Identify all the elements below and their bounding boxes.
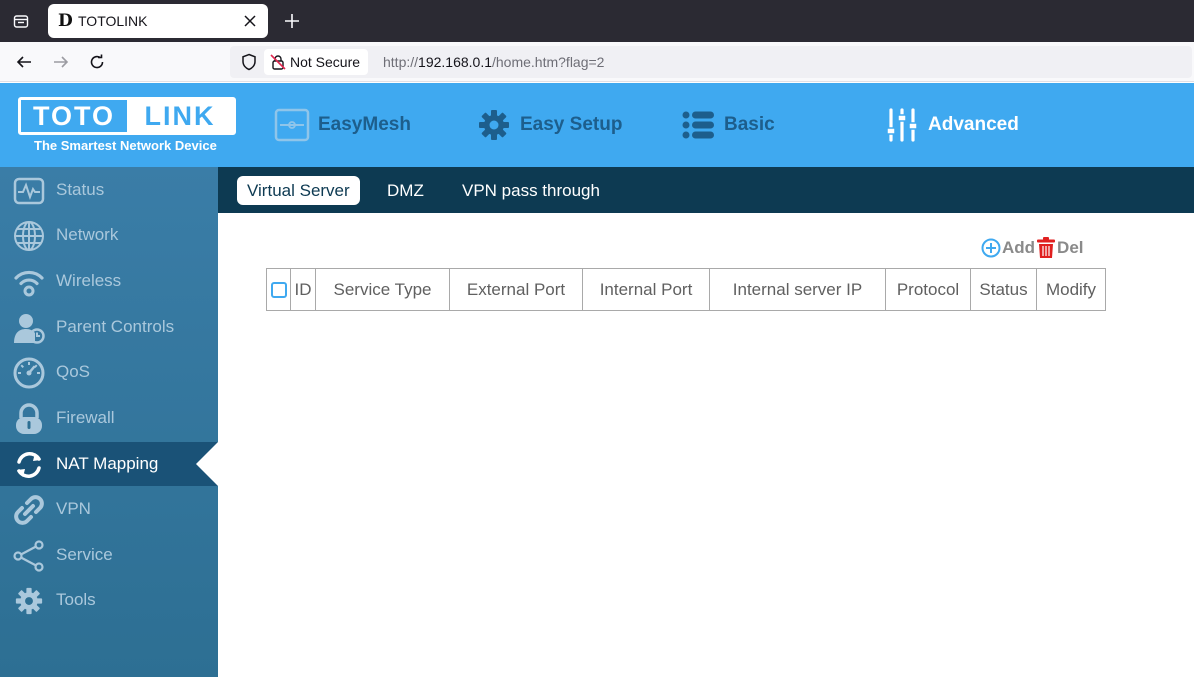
reload-icon[interactable] (85, 50, 109, 74)
sub-navigation: Virtual Server DMZ VPN pass through (218, 167, 1194, 213)
sidebar-item-label: Service (56, 545, 113, 564)
select-all-cell (266, 268, 291, 311)
forward-arrow-icon[interactable] (49, 50, 73, 74)
url-host: 192.168.0.1 (418, 54, 492, 70)
sidebar-item-nat-mapping[interactable]: NAT Mapping (0, 442, 218, 486)
sidebar-item-label: VPN (56, 499, 91, 518)
cog-icon (12, 584, 46, 618)
url-text[interactable]: http://192.168.0.1/home.htm?flag=2 (383, 54, 604, 70)
browser-tab[interactable]: D TOTOLINK (48, 4, 268, 38)
select-all-checkbox[interactable] (270, 282, 287, 299)
nav-advanced-label: Advanced (928, 114, 1019, 135)
address-bar[interactable]: Not Secure http://192.168.0.1/home.htm?f… (230, 46, 1192, 78)
logo-tagline: The Smartest Network Device (34, 138, 217, 153)
column-header-internal-server-ip: Internal server IP (709, 268, 886, 311)
browser-navigation-bar: Not Secure http://192.168.0.1/home.htm?f… (0, 42, 1194, 82)
add-button-label: Add (1002, 238, 1036, 257)
sidebar-item-vpn[interactable]: VPN (0, 487, 218, 531)
globe-icon (12, 219, 46, 253)
sidebar-item-service[interactable]: Service (0, 533, 218, 577)
person-icon (12, 311, 46, 345)
column-header-modify: Modify (1036, 268, 1106, 311)
sidebar-item-label: Firewall (56, 408, 115, 427)
sidebar-item-label: Network (56, 225, 119, 244)
tab-dmz[interactable]: DMZ (377, 176, 434, 205)
sidebar-item-parent-controls[interactable]: Parent Controls (0, 305, 218, 349)
column-header-protocol: Protocol (885, 268, 971, 311)
sidebar-item-network[interactable]: Network (0, 213, 218, 257)
tab-virtual-server[interactable]: Virtual Server (237, 176, 360, 205)
column-header-external-port: External Port (449, 268, 583, 311)
sidebar-item-label: Status (56, 180, 105, 199)
column-header-service-type: Service Type (315, 268, 450, 311)
nav-easy-setup[interactable]: Easy Setup (476, 105, 622, 145)
column-header-status: Status (970, 268, 1037, 311)
virtual-server-table: ID Service Type External Port Internal P… (266, 268, 1106, 311)
nav-easymesh[interactable]: EasyMesh (274, 105, 411, 145)
router-icon (274, 107, 310, 143)
sidebar-item-label: QoS (56, 362, 91, 381)
active-indicator-arrow (196, 442, 218, 486)
close-icon[interactable] (240, 11, 260, 31)
sidebar-item-firewall[interactable]: Firewall (0, 396, 218, 440)
back-arrow-icon[interactable] (12, 50, 36, 74)
add-circle-icon (980, 237, 1002, 259)
url-prefix: http:// (383, 54, 419, 70)
nav-basic-label: Basic (724, 114, 775, 135)
wifi-icon (12, 265, 46, 299)
link-icon (12, 493, 46, 527)
table-toolbar: Add Del (980, 236, 1084, 260)
add-button[interactable]: Add (980, 237, 1035, 259)
pulse-icon (12, 174, 46, 208)
logo-box: TOTO LINK (18, 97, 236, 135)
nav-basic[interactable]: Basic (680, 105, 775, 145)
totolink-logo[interactable]: TOTO LINK The Smartest Network Device (18, 97, 236, 157)
sidebar-item-label: Tools (56, 590, 96, 609)
refresh-icon (12, 448, 46, 482)
shield-icon[interactable] (240, 53, 258, 71)
sliders-icon (884, 107, 920, 143)
router-header: TOTO LINK The Smartest Network Device Ea… (0, 83, 1194, 167)
table-header-row: ID Service Type External Port Internal P… (266, 268, 1106, 311)
sidebar-item-qos[interactable]: QoS (0, 350, 218, 394)
column-header-internal-port: Internal Port (582, 268, 710, 311)
security-label: Not Secure (290, 54, 361, 70)
gear-icon (476, 107, 512, 143)
sidebar-item-label: NAT Mapping (56, 454, 159, 473)
insecure-lock-icon (270, 54, 286, 70)
gauge-icon (12, 356, 46, 390)
lock-icon (12, 402, 46, 436)
list-icon (680, 107, 716, 143)
delete-button-label: Del (1057, 238, 1084, 257)
tab-list-icon[interactable] (8, 8, 34, 34)
delete-button[interactable]: Del (1035, 237, 1084, 259)
share-icon (12, 539, 46, 573)
trash-icon (1035, 237, 1057, 259)
sidebar: Status Network Wireless Parent Controls … (0, 167, 218, 677)
nav-easymesh-label: EasyMesh (318, 114, 411, 135)
nav-advanced[interactable]: Advanced (884, 105, 1019, 145)
tab-title: TOTOLINK (78, 13, 148, 29)
sidebar-item-status[interactable]: Status (0, 168, 218, 212)
logo-text-left: TOTO (32, 100, 115, 131)
browser-tab-bar: D TOTOLINK (0, 0, 1194, 42)
nav-easy-setup-label: Easy Setup (520, 114, 623, 135)
url-path: /home.htm?flag=2 (492, 54, 605, 70)
sidebar-item-wireless[interactable]: Wireless (0, 259, 218, 303)
sidebar-item-tools[interactable]: Tools (0, 578, 218, 622)
new-tab-button[interactable] (280, 9, 304, 33)
security-indicator[interactable]: Not Secure (264, 49, 369, 75)
logo-text-right: LINK (127, 100, 233, 132)
column-header-id: ID (290, 268, 316, 311)
tab-favicon-icon: D (58, 11, 73, 31)
sidebar-item-label: Wireless (56, 271, 122, 290)
sidebar-item-label: Parent Controls (56, 317, 175, 336)
tab-vpn-pass-through[interactable]: VPN pass through (452, 176, 610, 205)
